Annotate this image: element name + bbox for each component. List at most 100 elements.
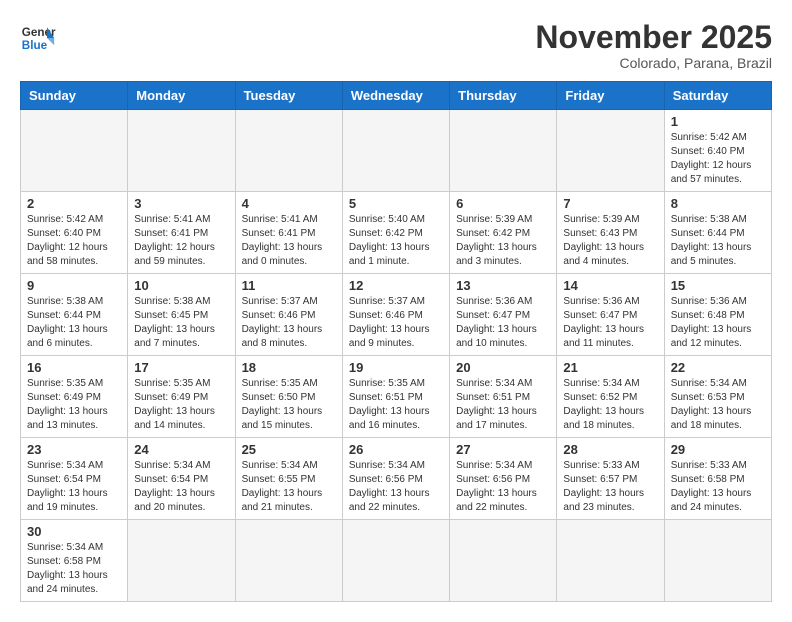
day-number: 10 (134, 278, 228, 293)
day-number: 9 (27, 278, 121, 293)
table-row: 25 Sunrise: 5:34 AM Sunset: 6:55 PM Dayli… (235, 438, 342, 520)
table-row (557, 110, 664, 192)
day-number: 11 (242, 278, 336, 293)
logo: General Blue (20, 20, 56, 56)
table-row (342, 520, 449, 602)
table-row: 22 Sunrise: 5:34 AM Sunset: 6:53 PM Dayli… (664, 356, 771, 438)
table-row: 8Sunrise: 5:38 AM Sunset: 6:44 PM Daylig… (664, 192, 771, 274)
header-thursday: Thursday (450, 82, 557, 110)
day-info: Sunrise: 5:38 AM Sunset: 6:45 PM Dayligh… (134, 295, 228, 351)
calendar-row: 30 Sunrise: 5:34 AM Sunset: 6:58 PM Dayli… (21, 520, 772, 602)
table-row: 1Sunrise: 5:42 AM Sunset: 6:40 PM Daylig… (664, 110, 771, 192)
table-row (128, 520, 235, 602)
day-info: Sunrise: 5:34 AM Sunset: 6:58 PM Dayligh… (27, 541, 121, 597)
table-row: 15Sunrise: 5:36 AM Sunset: 6:48 PM Dayli… (664, 274, 771, 356)
day-info: Sunrise: 5:34 AM Sunset: 6:56 PM Dayligh… (349, 459, 443, 515)
day-number: 12 (349, 278, 443, 293)
day-number: 22 (671, 360, 765, 375)
day-info: Sunrise: 5:36 AM Sunset: 6:47 PM Dayligh… (456, 295, 550, 351)
day-number: 16 (27, 360, 121, 375)
calendar-title: November 2025 (535, 20, 772, 55)
table-row: 6Sunrise: 5:39 AM Sunset: 6:42 PM Daylig… (450, 192, 557, 274)
table-row: 21Sunrise: 5:34 AM Sunset: 6:52 PM Dayli… (557, 356, 664, 438)
day-info: Sunrise: 5:34 AM Sunset: 6:54 PM Dayligh… (27, 459, 121, 515)
day-info: Sunrise: 5:42 AM Sunset: 6:40 PM Dayligh… (27, 213, 121, 269)
calendar-subtitle: Colorado, Parana, Brazil (535, 55, 772, 71)
table-row (664, 520, 771, 602)
day-number: 8 (671, 196, 765, 211)
calendar-row: 9 Sunrise: 5:38 AM Sunset: 6:44 PM Daylig… (21, 274, 772, 356)
table-row (235, 520, 342, 602)
table-row: 17 Sunrise: 5:35 AM Sunset: 6:49 PM Dayli… (128, 356, 235, 438)
day-info: Sunrise: 5:40 AM Sunset: 6:42 PM Dayligh… (349, 213, 443, 269)
day-number: 28 (563, 442, 657, 457)
table-row: 28 Sunrise: 5:33 AM Sunset: 6:57 PM Dayli… (557, 438, 664, 520)
day-info: Sunrise: 5:34 AM Sunset: 6:53 PM Dayligh… (671, 377, 765, 433)
calendar-row: 2 Sunrise: 5:42 AM Sunset: 6:40 PM Daylig… (21, 192, 772, 274)
table-row: 26Sunrise: 5:34 AM Sunset: 6:56 PM Dayli… (342, 438, 449, 520)
title-block: November 2025 Colorado, Parana, Brazil (535, 20, 772, 71)
table-row (450, 110, 557, 192)
day-info: Sunrise: 5:35 AM Sunset: 6:50 PM Dayligh… (242, 377, 336, 433)
day-number: 3 (134, 196, 228, 211)
table-row: 20Sunrise: 5:34 AM Sunset: 6:51 PM Dayli… (450, 356, 557, 438)
day-number: 29 (671, 442, 765, 457)
day-info: Sunrise: 5:42 AM Sunset: 6:40 PM Dayligh… (671, 131, 765, 187)
day-number: 17 (134, 360, 228, 375)
table-row: 13 Sunrise: 5:36 AM Sunset: 6:47 PM Dayli… (450, 274, 557, 356)
day-number: 27 (456, 442, 550, 457)
day-info: Sunrise: 5:35 AM Sunset: 6:51 PM Dayligh… (349, 377, 443, 433)
calendar-row: 16 Sunrise: 5:35 AM Sunset: 6:49 PM Dayli… (21, 356, 772, 438)
day-info: Sunrise: 5:34 AM Sunset: 6:56 PM Dayligh… (456, 459, 550, 515)
header-saturday: Saturday (664, 82, 771, 110)
day-info: Sunrise: 5:41 AM Sunset: 6:41 PM Dayligh… (242, 213, 336, 269)
table-row: 24 Sunrise: 5:34 AM Sunset: 6:54 PM Dayli… (128, 438, 235, 520)
day-number: 7 (563, 196, 657, 211)
calendar-row: 1Sunrise: 5:42 AM Sunset: 6:40 PM Daylig… (21, 110, 772, 192)
day-info: Sunrise: 5:33 AM Sunset: 6:57 PM Dayligh… (563, 459, 657, 515)
day-info: Sunrise: 5:41 AM Sunset: 6:41 PM Dayligh… (134, 213, 228, 269)
table-row (342, 110, 449, 192)
table-row: 4 Sunrise: 5:41 AM Sunset: 6:41 PM Daylig… (235, 192, 342, 274)
day-number: 2 (27, 196, 121, 211)
day-info: Sunrise: 5:34 AM Sunset: 6:54 PM Dayligh… (134, 459, 228, 515)
table-row: 16 Sunrise: 5:35 AM Sunset: 6:49 PM Dayli… (21, 356, 128, 438)
calendar-table: Sunday Monday Tuesday Wednesday Thursday… (20, 81, 772, 602)
day-info: Sunrise: 5:37 AM Sunset: 6:46 PM Dayligh… (349, 295, 443, 351)
table-row (557, 520, 664, 602)
table-row: 27 Sunrise: 5:34 AM Sunset: 6:56 PM Dayli… (450, 438, 557, 520)
table-row (235, 110, 342, 192)
header-tuesday: Tuesday (235, 82, 342, 110)
table-row: 10 Sunrise: 5:38 AM Sunset: 6:45 PM Dayli… (128, 274, 235, 356)
day-info: Sunrise: 5:38 AM Sunset: 6:44 PM Dayligh… (27, 295, 121, 351)
day-info: Sunrise: 5:35 AM Sunset: 6:49 PM Dayligh… (134, 377, 228, 433)
day-info: Sunrise: 5:33 AM Sunset: 6:58 PM Dayligh… (671, 459, 765, 515)
day-info: Sunrise: 5:36 AM Sunset: 6:48 PM Dayligh… (671, 295, 765, 351)
day-number: 13 (456, 278, 550, 293)
table-row: 19Sunrise: 5:35 AM Sunset: 6:51 PM Dayli… (342, 356, 449, 438)
day-info: Sunrise: 5:34 AM Sunset: 6:55 PM Dayligh… (242, 459, 336, 515)
day-number: 18 (242, 360, 336, 375)
header-sunday: Sunday (21, 82, 128, 110)
table-row: 12 Sunrise: 5:37 AM Sunset: 6:46 PM Dayli… (342, 274, 449, 356)
day-info: Sunrise: 5:34 AM Sunset: 6:52 PM Dayligh… (563, 377, 657, 433)
weekday-header-row: Sunday Monday Tuesday Wednesday Thursday… (21, 82, 772, 110)
day-number: 25 (242, 442, 336, 457)
day-number: 30 (27, 524, 121, 539)
table-row: 9 Sunrise: 5:38 AM Sunset: 6:44 PM Daylig… (21, 274, 128, 356)
day-number: 4 (242, 196, 336, 211)
table-row: 29 Sunrise: 5:33 AM Sunset: 6:58 PM Dayli… (664, 438, 771, 520)
header-monday: Monday (128, 82, 235, 110)
day-info: Sunrise: 5:35 AM Sunset: 6:49 PM Dayligh… (27, 377, 121, 433)
day-number: 14 (563, 278, 657, 293)
day-number: 24 (134, 442, 228, 457)
header-wednesday: Wednesday (342, 82, 449, 110)
table-row: 3 Sunrise: 5:41 AM Sunset: 6:41 PM Daylig… (128, 192, 235, 274)
day-info: Sunrise: 5:37 AM Sunset: 6:46 PM Dayligh… (242, 295, 336, 351)
table-row (21, 110, 128, 192)
table-row: 14Sunrise: 5:36 AM Sunset: 6:47 PM Dayli… (557, 274, 664, 356)
table-row: 5Sunrise: 5:40 AM Sunset: 6:42 PM Daylig… (342, 192, 449, 274)
day-number: 23 (27, 442, 121, 457)
day-number: 6 (456, 196, 550, 211)
day-number: 20 (456, 360, 550, 375)
